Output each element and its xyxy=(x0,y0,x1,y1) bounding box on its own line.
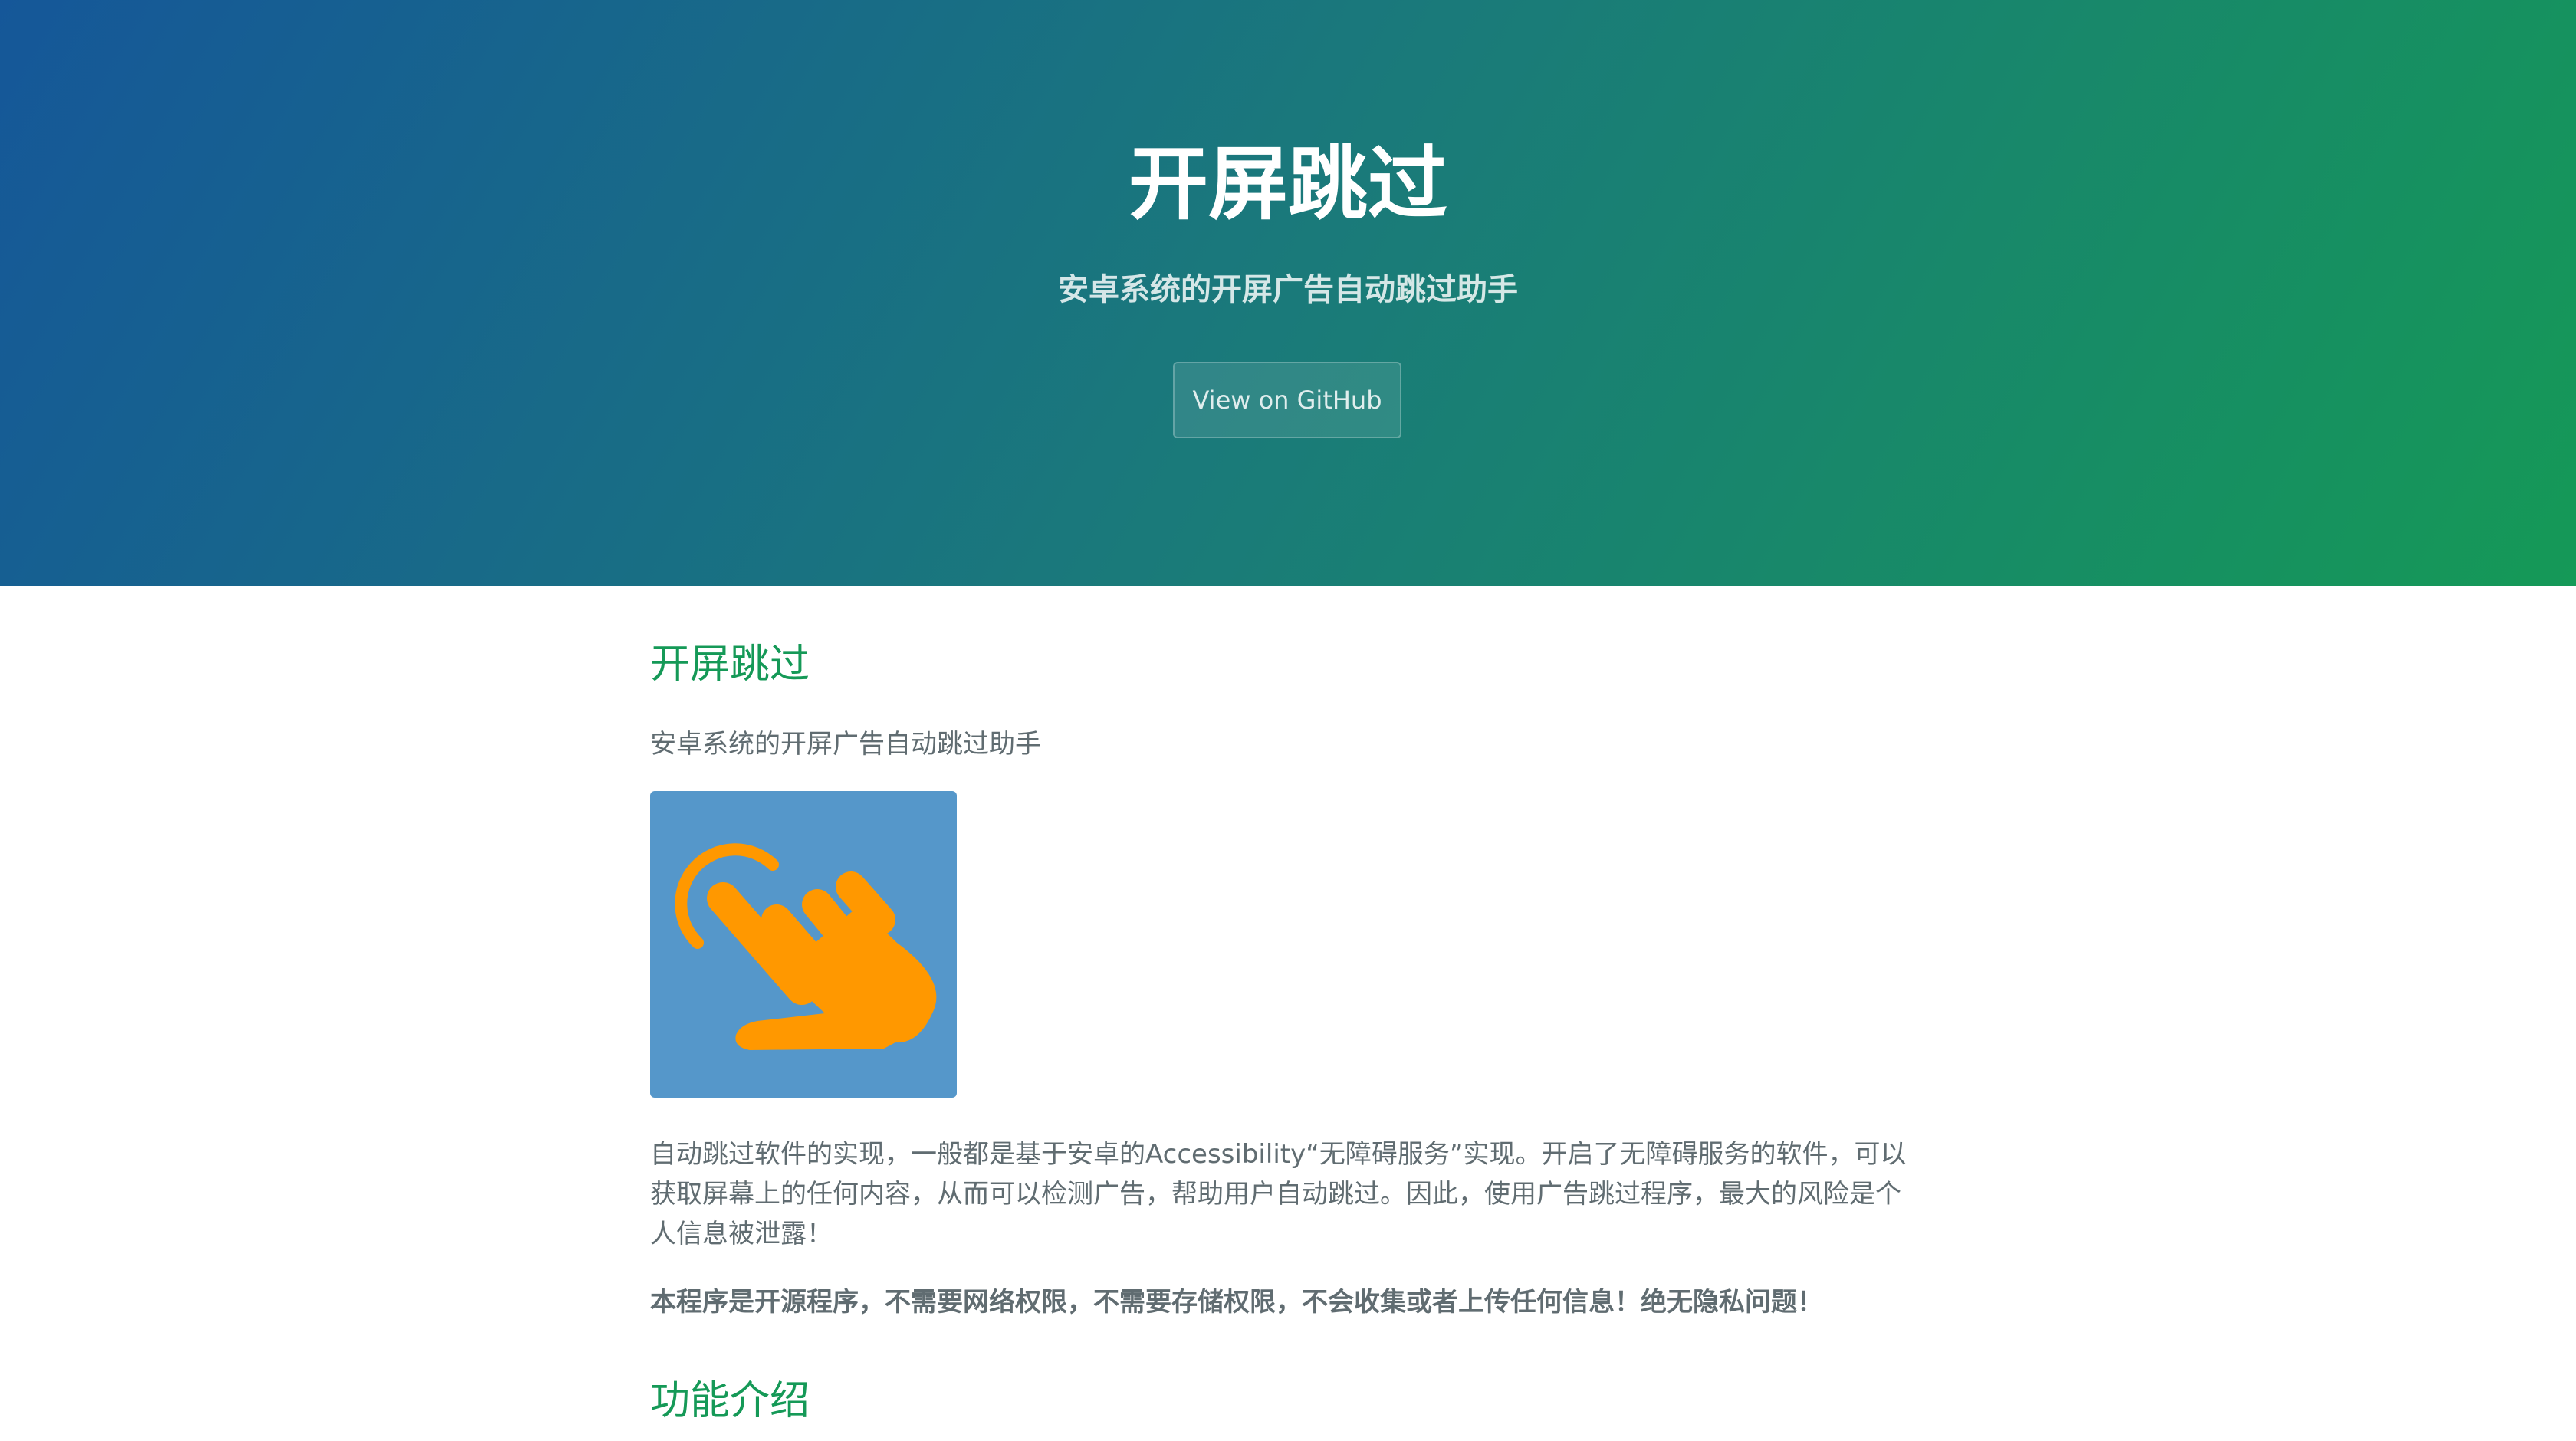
project-title: 开屏跳过 xyxy=(1128,137,1447,231)
features-heading: 功能介绍 xyxy=(650,1378,810,1424)
intro-heading: 开屏跳过 xyxy=(650,642,810,688)
page-header: 开屏跳过 安卓系统的开屏广告自动跳过助手 View on GitHub xyxy=(0,0,2576,586)
description-paragraph: 自动跳过软件的实现，一般都是基于安卓的Accessibility“无障碍服务”实… xyxy=(650,1139,1907,1249)
app-logo xyxy=(650,791,957,1098)
tap-hand-icon xyxy=(675,843,937,1050)
intro-text: 安卓系统的开屏广告自动跳过助手 xyxy=(650,729,1041,760)
view-on-github-button[interactable]: View on GitHub xyxy=(1173,362,1401,438)
privacy-note: 本程序是开源程序，不需要网络权限，不需要存储权限，不会收集或者上传任何信息！绝无… xyxy=(650,1287,1823,1318)
project-tagline: 安卓系统的开屏广告自动跳过助手 xyxy=(1058,272,1518,307)
